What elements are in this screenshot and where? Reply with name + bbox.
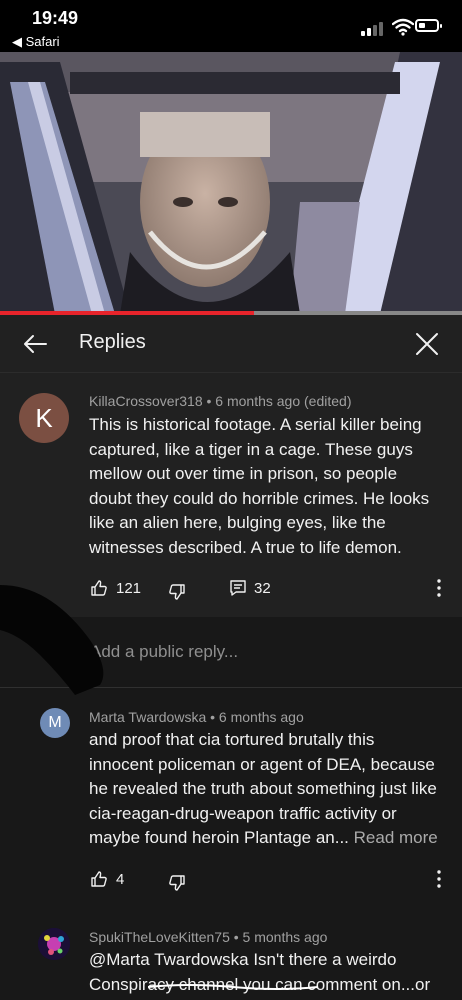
comment-line: maybe found heroin Plantage an... Read m… (89, 826, 438, 851)
comment-actions: 121 32 (0, 575, 462, 603)
comment-author[interactable]: Marta Twardowska (89, 709, 206, 725)
comment-author[interactable]: SpukiTheLoveKitten75 (89, 929, 230, 945)
more-options-icon[interactable] (436, 869, 442, 889)
avatar[interactable] (38, 928, 70, 960)
back-to-safari-link[interactable]: ◀ Safari (12, 34, 60, 50)
comment-time: • 6 months ago (210, 709, 304, 725)
comment-meta: Marta Twardowska • 6 months ago (89, 709, 304, 725)
thumbs-down-icon[interactable] (168, 583, 186, 601)
status-time: 19:49 (32, 8, 79, 28)
comment-line: doubt they could do horrible crimes. He … (89, 488, 430, 508)
comment-line: cia-reagan-drug-weapon traffic activity … (89, 803, 397, 823)
back-arrow-icon[interactable] (20, 329, 50, 359)
reply-input-placeholder[interactable]: Add a public reply... (90, 642, 238, 662)
comment-line: mellow out over time in prison, so peopl… (89, 464, 398, 483)
comment-line: Conspiracy channel you can comment on...… (89, 974, 431, 994)
comment-line: like an alien here, bulging eyes, like t… (89, 513, 386, 532)
avatar[interactable]: K (19, 393, 69, 443)
comment-body: @Marta Twardowska Isn't there a weirdo C… (89, 948, 430, 997)
like-count: 4 (116, 871, 125, 888)
comment-meta: KillaCrossover318 • 6 months ago (edited… (89, 393, 351, 409)
thumbs-up-icon[interactable] (90, 870, 108, 888)
wifi-icon (392, 18, 414, 36)
comment-author[interactable]: KillaCrossover318 (89, 393, 203, 409)
page-title: Replies (79, 331, 146, 353)
parent-comment: K KillaCrossover318 • 6 months ago (edit… (0, 373, 462, 617)
comment-line: @Marta Twardowska Isn't there a weirdo (89, 950, 397, 969)
video-player[interactable] (0, 52, 462, 314)
read-more-link[interactable]: Read more (354, 828, 438, 847)
avatar-image (38, 928, 70, 960)
comment-time: • 5 months ago (233, 929, 328, 945)
comment-line: innocent policeman or agent of DEA, beca… (89, 754, 435, 774)
comment-body: and proof that cia tortured brutally thi… (89, 728, 438, 851)
close-icon[interactable] (412, 329, 442, 359)
comment-time: • 6 months ago (edited) (206, 393, 352, 409)
comment-line: witnesses described. A true to life demo… (89, 537, 402, 557)
comment-line: captured, like a tiger in a cage. These … (89, 439, 413, 459)
comment-actions: 4 (0, 866, 462, 894)
comment-meta: SpukiTheLoveKitten75 • 5 months ago (89, 929, 327, 945)
more-options-icon[interactable] (436, 578, 442, 598)
status-bar: 19:49 ◀ Safari (0, 0, 462, 52)
replies-header: Replies (0, 315, 462, 373)
video-frame-image (0, 52, 462, 314)
battery-icon (415, 19, 442, 32)
comment-body: This is historical footage. A serial kil… (89, 413, 429, 560)
comment-line: This is historical footage. A serial kil… (89, 415, 422, 434)
thumbs-up-icon[interactable] (90, 579, 108, 597)
reply-comment-icon[interactable] (229, 579, 247, 597)
comment-line-text: maybe found heroin Plantage an... (89, 828, 349, 847)
cellular-signal-icon (361, 22, 385, 36)
comment-line: and proof that cia tortured brutally thi… (89, 730, 375, 749)
thumbs-down-icon[interactable] (168, 874, 186, 892)
reply-input[interactable]: Add a public reply... (0, 617, 462, 688)
avatar[interactable]: M (40, 708, 70, 738)
reply-count: 32 (254, 580, 271, 597)
comment-line: he revealed the truth about something ju… (89, 779, 437, 798)
like-count: 121 (116, 580, 142, 597)
